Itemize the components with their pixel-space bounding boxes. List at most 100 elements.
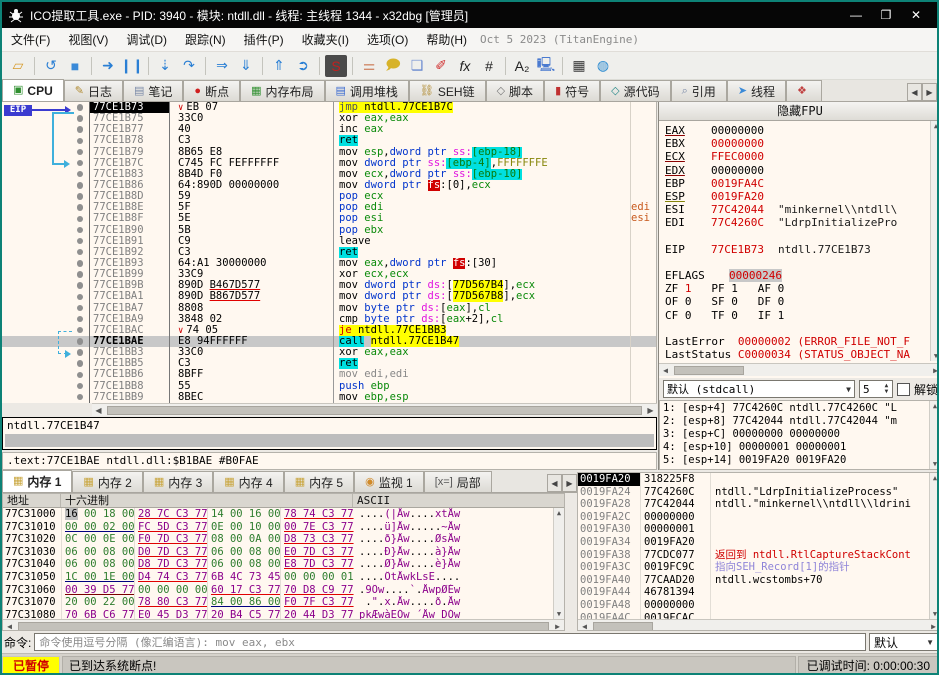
breakpoint-dot-icon[interactable] (76, 148, 83, 156)
tab-source[interactable]: ◇ 源代码 (600, 80, 671, 101)
stack-row[interactable]: 0019FA38 77CDC077 返回到 ntdll.RtlCaptureStac… (578, 548, 937, 562)
breakpoint-dot-icon[interactable] (76, 159, 83, 167)
breakpoint-gutter[interactable] (2, 213, 90, 225)
breakpoint-dot-icon[interactable] (76, 126, 83, 133)
run-icon[interactable]: ➜ (97, 55, 119, 77)
disasm-row[interactable]: 77CE1BA7 8808 mov byte ptr ds:[eax],cl (2, 302, 656, 314)
convention-select[interactable]: 默认 (stdcall) ▼ (663, 380, 855, 398)
stack-row[interactable]: 0019FA20 318225F8 (578, 473, 937, 486)
argument-row[interactable]: 4: [esp+10] 00000001 00000001 (663, 441, 937, 454)
hide-fpu-button[interactable]: 隐藏FPU (659, 102, 937, 121)
disasm-row[interactable]: 77CE1BB6 8BFF mov edi,edi (2, 369, 656, 381)
breakpoint-dot-icon[interactable] (76, 249, 83, 256)
tab-breakpoints[interactable]: ● 断点 (183, 80, 241, 101)
menu-5[interactable]: 收藏夹(I) (293, 28, 358, 51)
breakpoint-dot-icon[interactable] (76, 215, 83, 222)
stack-hscrollbar[interactable]: ◀ ▶ (578, 619, 937, 630)
command-profile-select[interactable]: 默认 ▼ (869, 633, 937, 651)
breakpoint-gutter[interactable] (2, 191, 90, 203)
remove-breakpoints-icon[interactable]: ✐ (430, 55, 452, 77)
breakpoint-gutter[interactable] (2, 168, 90, 180)
tab-scroll-right[interactable]: ▶ (922, 83, 937, 101)
register-row[interactable]: ESI 77C42044 "minkernel\\ntdll\ (665, 203, 937, 216)
tab-script[interactable]: ◇ 脚本 (485, 80, 545, 101)
register-row[interactable]: ZF 1 PF 1 AF 0 (665, 282, 937, 295)
menu-7[interactable]: 帮助(H) (417, 28, 476, 51)
register-row[interactable]: ESP 0019FA20 (665, 190, 937, 203)
register-row[interactable] (665, 256, 937, 269)
breakpoint-gutter[interactable] (2, 313, 90, 325)
stack-row[interactable]: 0019FA44 46781394 (578, 586, 937, 599)
stop-icon[interactable]: ■ (64, 55, 86, 77)
minimize-button[interactable]: — (841, 8, 871, 22)
stack-row[interactable]: 0019FA28 77C42044 ntdll."minkernel\\ntdll\… (578, 498, 937, 511)
title-bar[interactable]: ICO提取工具.exe - PID: 3940 - 模块: ntdll.dll … (2, 2, 937, 28)
label-icon[interactable]: ❏ (406, 55, 428, 77)
argument-row[interactable]: 2: [esp+8] 77C42044 ntdll.77C42044 "m (663, 415, 937, 428)
breakpoint-dot-icon[interactable] (76, 226, 83, 234)
register-row[interactable] (665, 322, 937, 335)
disasm-row[interactable]: 77CE1B78 C3 ret (2, 135, 656, 147)
calculator-icon[interactable]: ▦ (568, 55, 590, 77)
register-row[interactable]: EDX 00000000 (665, 164, 937, 177)
register-row[interactable]: EBX 00000000 (665, 137, 937, 150)
tab-scroll-left[interactable]: ◀ (907, 83, 922, 101)
breakpoint-dot-icon[interactable] (76, 338, 83, 345)
unlock-checkbox[interactable] (896, 382, 910, 396)
breakpoint-dot-icon[interactable] (76, 137, 83, 144)
tab-threads[interactable]: ➤ 线程 (726, 80, 787, 101)
step-into-icon[interactable]: ⇣ (154, 55, 176, 77)
disassembly-pane[interactable]: 77CE1B73 ∨ EB 07 jmp ntdll.77CE1B7C 77CE1B75… (2, 102, 657, 403)
breakpoint-dot-icon[interactable] (76, 315, 83, 323)
breakpoint-dot-icon[interactable] (76, 393, 83, 401)
dump-row[interactable]: 77C31040 06 00 08 00 D8 7D C3 77 06 00 08 0… (3, 558, 564, 571)
breakpoint-gutter[interactable] (2, 246, 90, 258)
stack-row[interactable]: 0019FA34 0019FA20 (578, 535, 937, 549)
breakpoint-gutter[interactable] (2, 202, 90, 214)
tab-handles[interactable]: ❖ (786, 80, 822, 101)
dump-row[interactable]: 77C31030 06 00 08 00 D0 7D C3 77 06 00 08 0… (3, 545, 564, 559)
disasm-row[interactable]: 77CE1BB9 8BEC mov ebp,esp (2, 391, 656, 403)
font-icon[interactable]: A₂ (511, 55, 533, 77)
menu-1[interactable]: 视图(V) (59, 28, 117, 51)
breakpoint-gutter[interactable] (2, 335, 90, 348)
breakpoint-gutter[interactable] (2, 358, 90, 370)
tab-locals[interactable]: [x=] 局部 (423, 471, 492, 492)
disasm-row[interactable]: 77CE1B8F 5E pop esi esi (2, 213, 656, 225)
arg-count-stepper[interactable]: 5 ▲ ▼ (858, 380, 893, 398)
comment-icon[interactable]: 🗩 (382, 55, 404, 77)
tab-dump-3[interactable]: ▦ 内存 3 (142, 471, 214, 492)
register-row[interactable]: EIP 77CE1B73 ntdll.77CE1B73 (665, 243, 937, 256)
register-row[interactable]: EBP 0019FA4C (665, 177, 937, 190)
stack-row[interactable]: 0019FA48 00000000 (578, 598, 937, 612)
tab-references[interactable]: ⌕ 引用 (670, 80, 727, 101)
tab-dump-1[interactable]: ▦ 内存 1 (2, 470, 73, 492)
breakpoint-gutter[interactable] (2, 369, 90, 381)
step-out-icon[interactable]: ⇓ (235, 55, 257, 77)
breakpoint-dot-icon[interactable] (76, 182, 83, 189)
dump-row[interactable]: 77C31070 20 00 22 00 78 80 C3 77 84 00 86 0… (3, 596, 564, 609)
argument-row[interactable]: 3: [esp+C] 00000000 00000000 (663, 428, 937, 441)
breakpoint-gutter[interactable] (2, 224, 90, 236)
tab-dump-4[interactable]: ▦ 内存 4 (213, 471, 284, 492)
breakpoint-dot-icon[interactable] (76, 204, 83, 211)
seh-chain-icon[interactable]: S (325, 54, 347, 77)
breakpoint-gutter[interactable] (2, 324, 90, 336)
dump-hscrollbar[interactable]: ◀ ▶ (3, 619, 564, 630)
fx-icon[interactable]: fx (454, 55, 476, 77)
args-vscrollbar[interactable]: ▲ ▼ (929, 401, 937, 469)
dump-vscrollbar[interactable]: ▲ ▼ (553, 508, 564, 619)
breakpoint-dot-icon[interactable] (76, 271, 83, 278)
breakpoint-gutter[interactable] (2, 135, 90, 147)
register-row[interactable]: OF 0 SF 0 DF 0 (665, 295, 937, 308)
disasm-hscrollbar[interactable]: ◀ ▶ (92, 403, 657, 416)
open-file-icon[interactable]: ▱ (7, 55, 29, 77)
tab-scroll-right[interactable]: ▶ (562, 474, 577, 492)
arguments-pane[interactable]: 1: [esp+4] 77C4260C ntdll.77C4260C "L 2: … (659, 400, 937, 470)
hash-icon[interactable]: # (478, 55, 500, 77)
pause-icon[interactable]: ❙❙ (120, 55, 143, 77)
menu-2[interactable]: 调试(D) (117, 28, 176, 51)
tab-symbols[interactable]: ▮ 符号 (544, 80, 601, 101)
breakpoint-gutter[interactable] (2, 124, 90, 136)
registers-pane[interactable]: 隐藏FPU EAX 00000000 EBX 00000000 ECX FFEC0000 E… (658, 102, 937, 470)
